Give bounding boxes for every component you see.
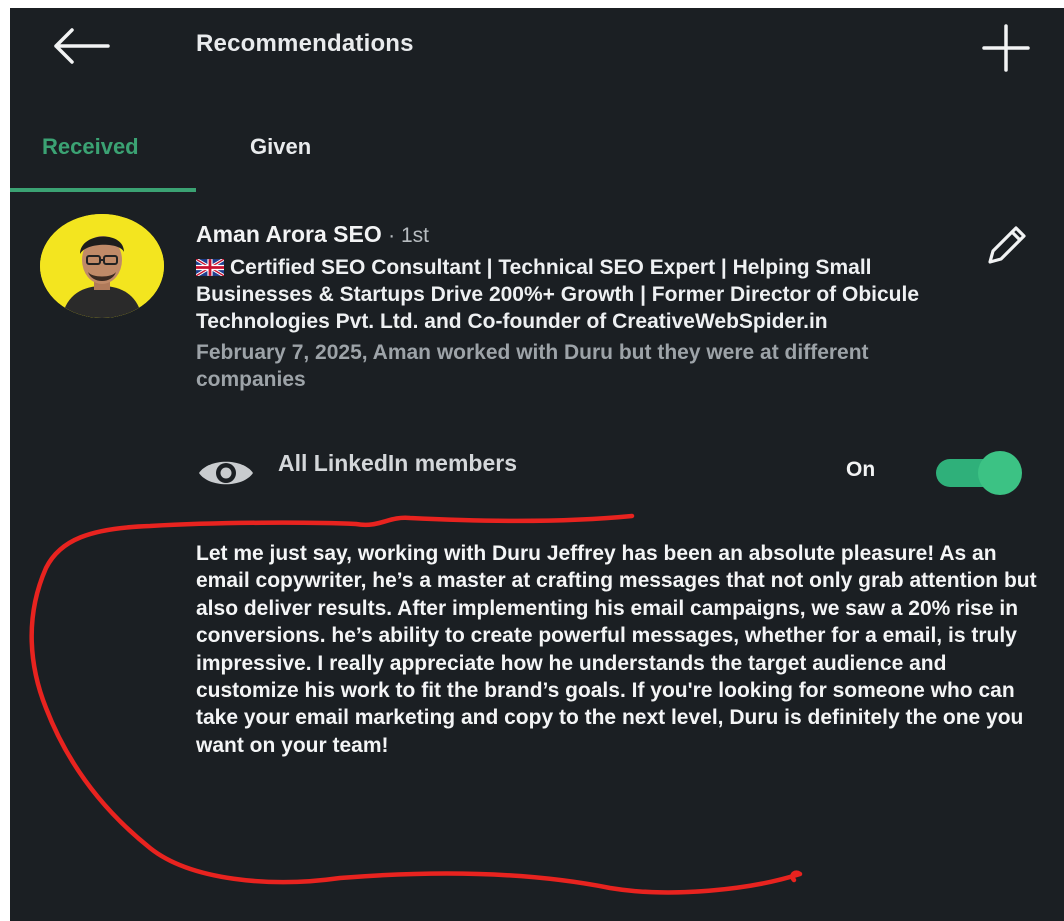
pencil-icon (988, 226, 1026, 264)
tab-received[interactable]: Received (10, 118, 196, 192)
visibility-row: All LinkedIn members On (196, 446, 1036, 496)
recommendations-screen: Recommendations Received Given Aman Aror… (10, 8, 1064, 921)
toggle-state-label: On (846, 458, 876, 481)
recommendation-author-block: Aman Arora SEO · 1st Certified SEO Consu… (196, 218, 976, 393)
uk-flag-icon (196, 259, 224, 276)
relationship-note: February 7, 2025, Aman worked with Duru … (196, 341, 869, 391)
add-recommendation-button[interactable] (978, 20, 1034, 76)
author-headline: Certified SEO Consultant | Technical SEO… (196, 256, 920, 333)
tab-given-label: Given (250, 134, 312, 159)
recommendation-text: Let me just say, working with Duru Jeffr… (196, 542, 1037, 757)
connection-degree: · 1st (388, 224, 429, 247)
app-bar: Recommendations (10, 8, 1064, 88)
back-arrow-icon (54, 28, 110, 64)
edit-recommendation-button[interactable] (978, 218, 1034, 274)
author-name[interactable]: Aman Arora SEO (196, 221, 382, 247)
toggle-knob (978, 451, 1022, 495)
back-button[interactable] (48, 24, 112, 68)
tab-given[interactable]: Given (196, 118, 376, 192)
author-headline-row: Certified SEO Consultant | Technical SEO… (196, 254, 976, 335)
author-line: Aman Arora SEO · 1st (196, 218, 976, 252)
eye-icon (199, 461, 253, 485)
tab-received-label: Received (42, 134, 139, 159)
visibility-label: All LinkedIn members (278, 450, 518, 476)
tab-bar: Received Given (10, 118, 1064, 192)
profile-photo (40, 214, 164, 318)
plus-icon (982, 24, 1030, 72)
page-title: Recommendations (196, 30, 414, 57)
active-tab-indicator (10, 188, 196, 192)
author-avatar[interactable] (40, 214, 164, 318)
visibility-toggle[interactable] (936, 450, 1024, 495)
